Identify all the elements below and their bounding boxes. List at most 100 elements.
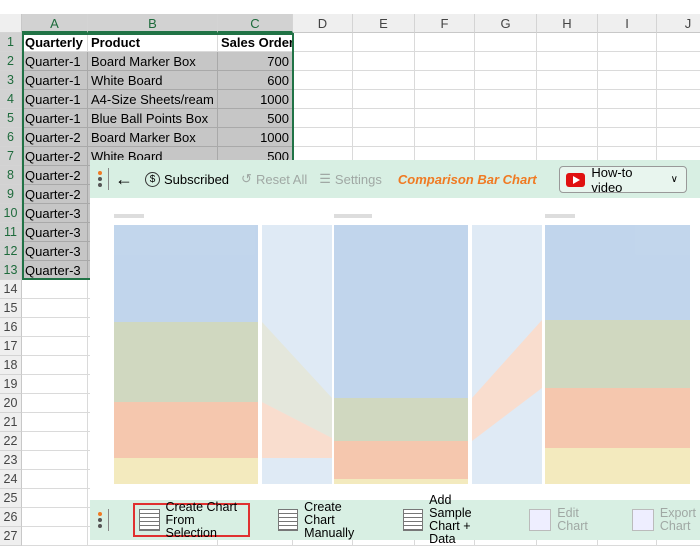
- cell[interactable]: [22, 337, 88, 356]
- cell[interactable]: Quarterly: [22, 33, 88, 52]
- cell[interactable]: [598, 109, 657, 128]
- cell[interactable]: [657, 33, 700, 52]
- row-header[interactable]: 27: [0, 527, 22, 546]
- drag-handle-icon[interactable]: [98, 171, 102, 187]
- edit-chart-button[interactable]: Edit Chart: [525, 503, 592, 537]
- column-header[interactable]: I: [598, 14, 657, 33]
- drag-handle-icon[interactable]: [98, 512, 102, 528]
- cell[interactable]: [657, 109, 700, 128]
- column-header[interactable]: G: [475, 14, 537, 33]
- row-header[interactable]: 18: [0, 356, 22, 375]
- cell[interactable]: [353, 90, 415, 109]
- row-header[interactable]: 14: [0, 280, 22, 299]
- cell[interactable]: 700: [218, 52, 293, 71]
- row-header[interactable]: 20: [0, 394, 22, 413]
- cell[interactable]: [537, 33, 598, 52]
- cell[interactable]: [598, 52, 657, 71]
- cell[interactable]: [657, 71, 700, 90]
- cell[interactable]: [22, 413, 88, 432]
- cell[interactable]: [353, 33, 415, 52]
- cell[interactable]: [293, 128, 353, 147]
- cell[interactable]: White Board: [88, 71, 218, 90]
- cell[interactable]: [657, 128, 700, 147]
- row-header[interactable]: 4: [0, 90, 22, 109]
- create-chart-from-selection-button[interactable]: Create Chart From Selection: [132, 500, 250, 539]
- cell[interactable]: [657, 52, 700, 71]
- cell[interactable]: [22, 318, 88, 337]
- cell[interactable]: Product: [88, 33, 218, 52]
- cell[interactable]: [293, 52, 353, 71]
- cell[interactable]: [415, 109, 475, 128]
- cell[interactable]: [537, 71, 598, 90]
- cell[interactable]: 1000: [218, 90, 293, 109]
- cell[interactable]: [537, 52, 598, 71]
- column-header[interactable]: H: [537, 14, 598, 33]
- cell[interactable]: Quarter-3: [22, 242, 88, 261]
- reset-all-button[interactable]: ↺ Reset All: [241, 171, 307, 187]
- row-header[interactable]: 13: [0, 261, 22, 280]
- cell[interactable]: Quarter-1: [22, 52, 88, 71]
- back-button[interactable]: ←: [115, 169, 133, 190]
- cell[interactable]: [475, 71, 537, 90]
- cell[interactable]: Quarter-3: [22, 204, 88, 223]
- cell[interactable]: 500: [218, 109, 293, 128]
- cell[interactable]: [22, 394, 88, 413]
- column-header[interactable]: A: [22, 14, 88, 33]
- cell[interactable]: A4-Size Sheets/ream: [88, 90, 218, 109]
- cell[interactable]: [537, 128, 598, 147]
- cell[interactable]: [22, 451, 88, 470]
- row-header[interactable]: 7: [0, 147, 22, 166]
- export-chart-button[interactable]: Export Chart: [628, 503, 700, 537]
- column-header[interactable]: C: [218, 14, 293, 33]
- column-header[interactable]: B: [88, 14, 218, 33]
- cell[interactable]: [22, 375, 88, 394]
- cell[interactable]: Quarter-1: [22, 71, 88, 90]
- cell[interactable]: [657, 90, 700, 109]
- cell[interactable]: [353, 109, 415, 128]
- cell[interactable]: [598, 128, 657, 147]
- select-all-corner[interactable]: [0, 14, 22, 33]
- cell[interactable]: [22, 280, 88, 299]
- row-header[interactable]: 12: [0, 242, 22, 261]
- row-header[interactable]: 23: [0, 451, 22, 470]
- cell[interactable]: [415, 52, 475, 71]
- cell[interactable]: [353, 52, 415, 71]
- cell[interactable]: [22, 356, 88, 375]
- create-chart-manually-button[interactable]: Create Chart Manually: [274, 500, 375, 539]
- cell[interactable]: [22, 432, 88, 451]
- cell[interactable]: Quarter-2: [22, 128, 88, 147]
- cell[interactable]: Sales Order: [218, 33, 293, 52]
- cell[interactable]: [293, 33, 353, 52]
- cell[interactable]: Quarter-1: [22, 109, 88, 128]
- cell[interactable]: 600: [218, 71, 293, 90]
- cell[interactable]: [415, 90, 475, 109]
- cell[interactable]: [22, 489, 88, 508]
- cell[interactable]: [293, 71, 353, 90]
- cell[interactable]: [475, 128, 537, 147]
- cell[interactable]: [415, 71, 475, 90]
- cell[interactable]: [22, 508, 88, 527]
- cell[interactable]: [598, 90, 657, 109]
- cell[interactable]: Board Marker Box: [88, 52, 218, 71]
- row-header[interactable]: 8: [0, 166, 22, 185]
- row-header[interactable]: 2: [0, 52, 22, 71]
- row-header[interactable]: 15: [0, 299, 22, 318]
- cell[interactable]: [22, 527, 88, 546]
- row-header[interactable]: 3: [0, 71, 22, 90]
- row-header[interactable]: 21: [0, 413, 22, 432]
- row-header[interactable]: 22: [0, 432, 22, 451]
- cell[interactable]: Quarter-1: [22, 90, 88, 109]
- row-header[interactable]: 19: [0, 375, 22, 394]
- row-header[interactable]: 26: [0, 508, 22, 527]
- cell[interactable]: [353, 128, 415, 147]
- column-header[interactable]: E: [353, 14, 415, 33]
- cell[interactable]: Blue Ball Points Box: [88, 109, 218, 128]
- row-header[interactable]: 25: [0, 489, 22, 508]
- subscribed-button[interactable]: $ Subscribed: [145, 171, 229, 187]
- row-header[interactable]: 24: [0, 470, 22, 489]
- cell[interactable]: Board Marker Box: [88, 128, 218, 147]
- cell[interactable]: [415, 33, 475, 52]
- cell[interactable]: [598, 71, 657, 90]
- row-header[interactable]: 6: [0, 128, 22, 147]
- cell[interactable]: [415, 128, 475, 147]
